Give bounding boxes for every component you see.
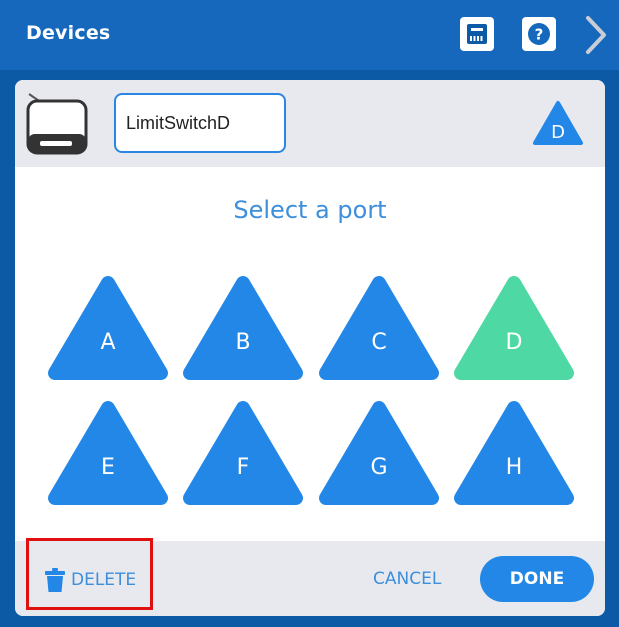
help-icon[interactable]: ? — [522, 17, 556, 51]
header-title: Devices — [26, 22, 111, 44]
port-label: A — [100, 330, 115, 355]
port-label: H — [506, 455, 523, 480]
device-config-panel: D Select a port A B C D E F G H DELETE CANCEL D… — [15, 80, 605, 616]
port-label: G — [370, 455, 387, 480]
port-button-a[interactable]: A — [47, 275, 169, 383]
port-button-c[interactable]: C — [318, 275, 440, 383]
delete-button[interactable]: DELETE — [43, 565, 136, 595]
port-badge-icon: D — [533, 100, 583, 146]
done-button[interactable]: DONE — [480, 556, 594, 602]
port-label: D — [506, 330, 523, 355]
port-label: E — [101, 455, 115, 480]
svg-text:?: ? — [535, 26, 544, 44]
port-button-h[interactable]: H — [453, 400, 575, 508]
cancel-button[interactable]: CANCEL — [373, 569, 441, 589]
header-bar: Devices ? — [0, 0, 619, 70]
device-name-input[interactable] — [114, 93, 286, 153]
delete-label: DELETE — [71, 570, 137, 590]
port-button-f[interactable]: F — [182, 400, 304, 508]
trash-icon — [45, 568, 65, 592]
footer-bar: DELETE CANCEL DONE — [15, 538, 605, 616]
port-button-g[interactable]: G — [318, 400, 440, 508]
select-port-title: Select a port — [233, 196, 387, 224]
port-label: C — [371, 330, 386, 355]
port-badge-label: D — [551, 122, 565, 143]
device-info-bar: D — [15, 80, 605, 167]
chevron-right-icon[interactable] — [580, 14, 610, 56]
port-label: B — [235, 330, 250, 355]
port-button-b[interactable]: B — [182, 275, 304, 383]
ethernet-icon[interactable] — [460, 17, 494, 51]
port-label: F — [237, 455, 250, 480]
port-button-d[interactable]: D — [453, 275, 575, 383]
port-button-e[interactable]: E — [47, 400, 169, 508]
limit-switch-device-icon — [26, 91, 88, 155]
